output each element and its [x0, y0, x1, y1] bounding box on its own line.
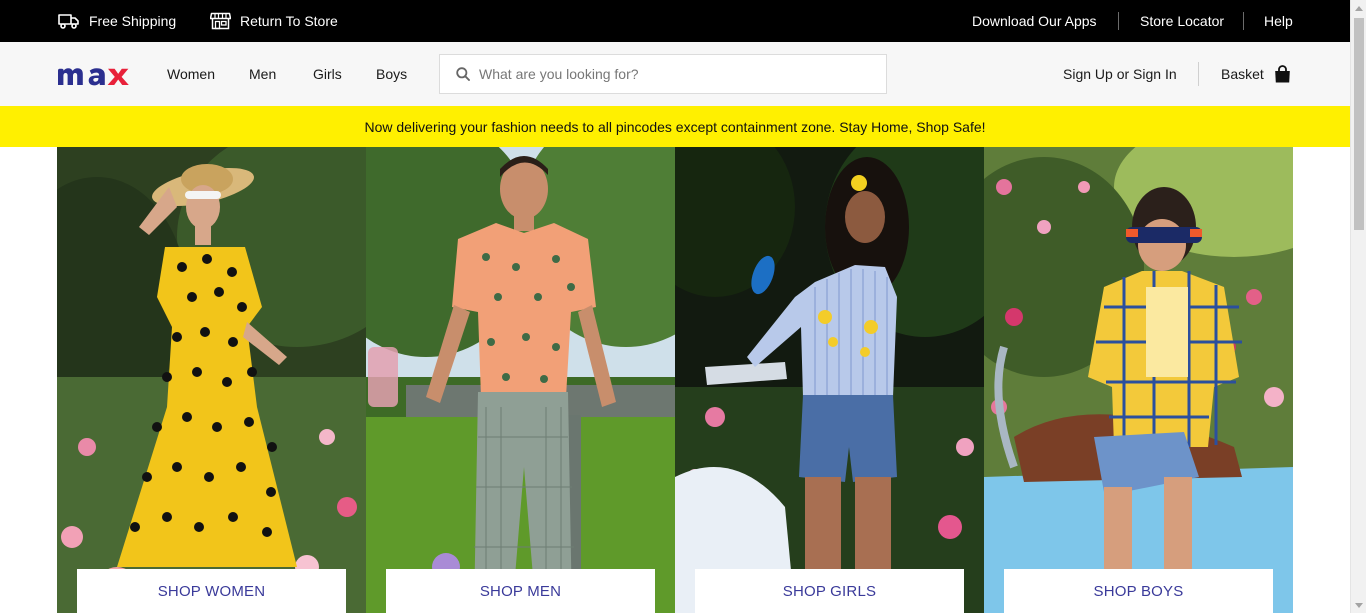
- utility-bar: Free Shipping Return To Store Download O…: [0, 0, 1350, 42]
- free-shipping-label: Free Shipping: [89, 13, 177, 29]
- shopping-bag-icon: [1275, 65, 1290, 83]
- shop-women-button[interactable]: SHOP WOMEN: [77, 569, 346, 613]
- search-icon: [456, 67, 470, 81]
- max-logo[interactable]: max: [56, 61, 136, 87]
- download-apps-label: Download Our Apps: [972, 13, 1097, 29]
- scroll-up-icon[interactable]: [1351, 0, 1366, 16]
- boys-model-image: [984, 147, 1293, 613]
- sign-in-link[interactable]: Sign Up or Sign In: [1063, 42, 1177, 106]
- header-divider: [1198, 62, 1199, 86]
- men-model-image: [366, 147, 675, 613]
- shop-men-tile[interactable]: SHOP MEN: [366, 147, 675, 613]
- topbar-divider: [1243, 12, 1244, 30]
- return-to-store-link[interactable]: Return To Store: [210, 0, 338, 42]
- girls-model-image: [675, 147, 984, 613]
- nav-girls[interactable]: Girls: [313, 42, 342, 106]
- basket-button[interactable]: Basket: [1221, 42, 1291, 106]
- search-box[interactable]: [439, 54, 887, 94]
- shop-boys-button[interactable]: SHOP BOYS: [1004, 569, 1273, 613]
- promo-banner: Now delivering your fashion needs to all…: [0, 106, 1350, 147]
- shop-men-button[interactable]: SHOP MEN: [386, 569, 655, 613]
- help-label: Help: [1264, 13, 1293, 29]
- search-input[interactable]: [479, 66, 859, 82]
- topbar-divider: [1118, 12, 1119, 30]
- shop-boys-tile[interactable]: SHOP BOYS: [984, 147, 1293, 613]
- download-apps-link[interactable]: Download Our Apps: [972, 0, 1097, 42]
- women-model-image: [57, 147, 366, 613]
- page-scrollbar[interactable]: [1350, 0, 1366, 613]
- free-shipping-link[interactable]: Free Shipping: [58, 0, 176, 42]
- scroll-thumb[interactable]: [1354, 18, 1364, 230]
- shop-girls-button[interactable]: SHOP GIRLS: [695, 569, 964, 613]
- nav-men[interactable]: Men: [249, 42, 276, 106]
- truck-icon: [58, 14, 79, 29]
- shop-girls-tile[interactable]: SHOP GIRLS: [675, 147, 984, 613]
- return-to-store-label: Return To Store: [240, 13, 338, 29]
- store-locator-label: Store Locator: [1140, 13, 1225, 29]
- scroll-down-icon[interactable]: [1351, 597, 1366, 613]
- store-locator-link[interactable]: Store Locator: [1140, 0, 1224, 42]
- promo-message: Now delivering your fashion needs to all…: [364, 118, 986, 135]
- shop-women-tile[interactable]: SHOP WOMEN: [57, 147, 366, 613]
- help-link[interactable]: Help: [1264, 0, 1293, 42]
- nav-boys[interactable]: Boys: [376, 42, 407, 106]
- basket-label: Basket: [1221, 66, 1264, 82]
- storefront-icon: [210, 12, 231, 30]
- nav-women[interactable]: Women: [167, 42, 215, 106]
- main-header: max Women Men Girls Boys Sign Up or Sign…: [0, 42, 1350, 106]
